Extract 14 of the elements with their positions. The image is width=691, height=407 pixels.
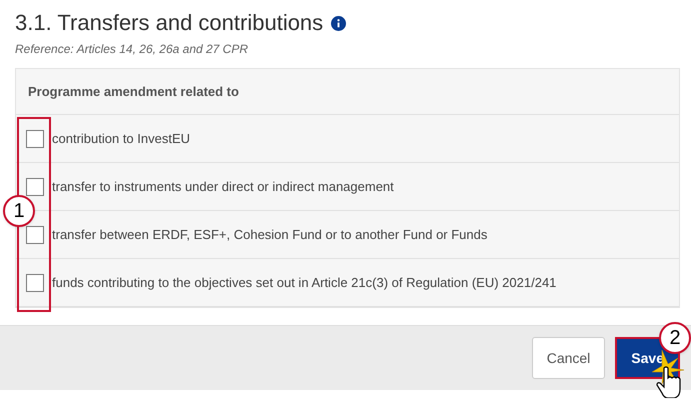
checkbox[interactable]: [26, 226, 44, 244]
callout-badge: 1: [3, 195, 35, 227]
checkbox-label: contribution to InvestEU: [52, 130, 190, 148]
info-icon[interactable]: [331, 16, 346, 30]
checkbox[interactable]: [26, 274, 44, 292]
checkbox-label: transfer to instruments under direct or indirect management: [52, 178, 394, 196]
reference-text: Reference: Articles 14, 26, 26a and 27 CPR: [15, 41, 250, 58]
checkbox-label: transfer between ERDF, ESF+, Cohesion Fund or to another Fund or Funds: [52, 226, 488, 244]
checkbox-label: funds contributing to the objectives set out in Article 21c(3) of Regulation (EU) 2021/241: [52, 274, 556, 292]
checkbox[interactable]: [26, 178, 44, 196]
column-header: Programme amendment related to: [28, 82, 239, 101]
cancel-button[interactable]: Cancel: [532, 337, 606, 379]
checkbox[interactable]: [26, 130, 44, 148]
section-title: 3.1. Transfers and contributions: [15, 12, 324, 34]
